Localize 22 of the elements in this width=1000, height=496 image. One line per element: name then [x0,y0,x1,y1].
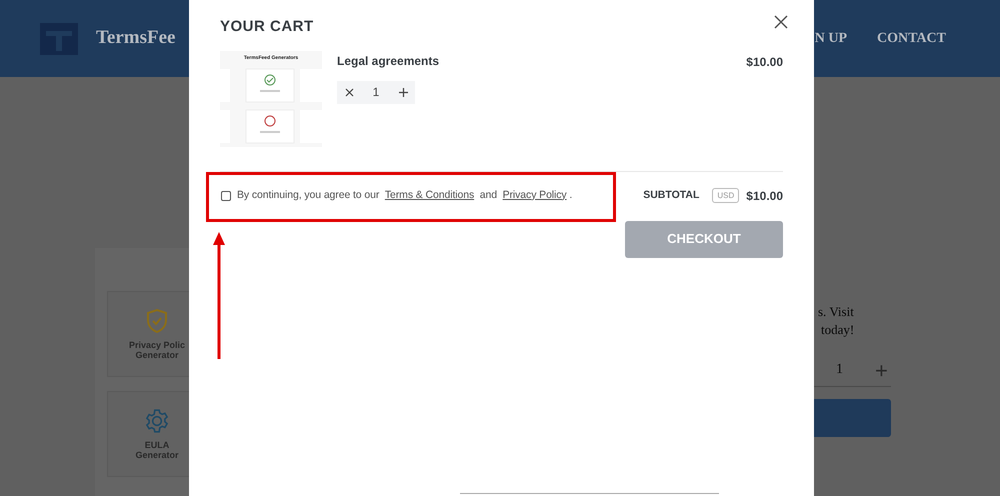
terms-link[interactable]: Terms & Conditions [384,188,474,201]
shield-check-icon [145,308,169,334]
nav-link[interactable]: N UP [814,28,848,49]
promo-text: s. Visit [818,303,854,321]
currency-badge: USD [712,188,740,203]
close-icon[interactable] [773,14,789,30]
subtotal-label: SUBTOTAL [643,188,700,203]
modal-title: YOUR CART [220,17,314,37]
card-label: EULA Generator [135,440,178,460]
brand-name: TermsFee [96,26,176,50]
agreement-checkbox[interactable] [221,190,231,200]
card-label: Privacy Polic Generator [128,340,186,360]
nav-link[interactable]: CONTACT [877,28,946,49]
item-price: $10.00 [746,54,783,70]
quantity-value: 1 [372,84,380,101]
product-name: Legal agreements [337,52,440,70]
gear-icon [144,408,170,434]
agreement-text: By continuing, you agree to our Terms & Conditions and Privacy Policy . [237,188,572,203]
privacy-link[interactable]: Privacy Policy [502,188,567,201]
promo-text: today! [821,321,854,339]
quantity-value: 1 [836,361,843,379]
subtotal-amount: $10.00 [746,188,783,204]
